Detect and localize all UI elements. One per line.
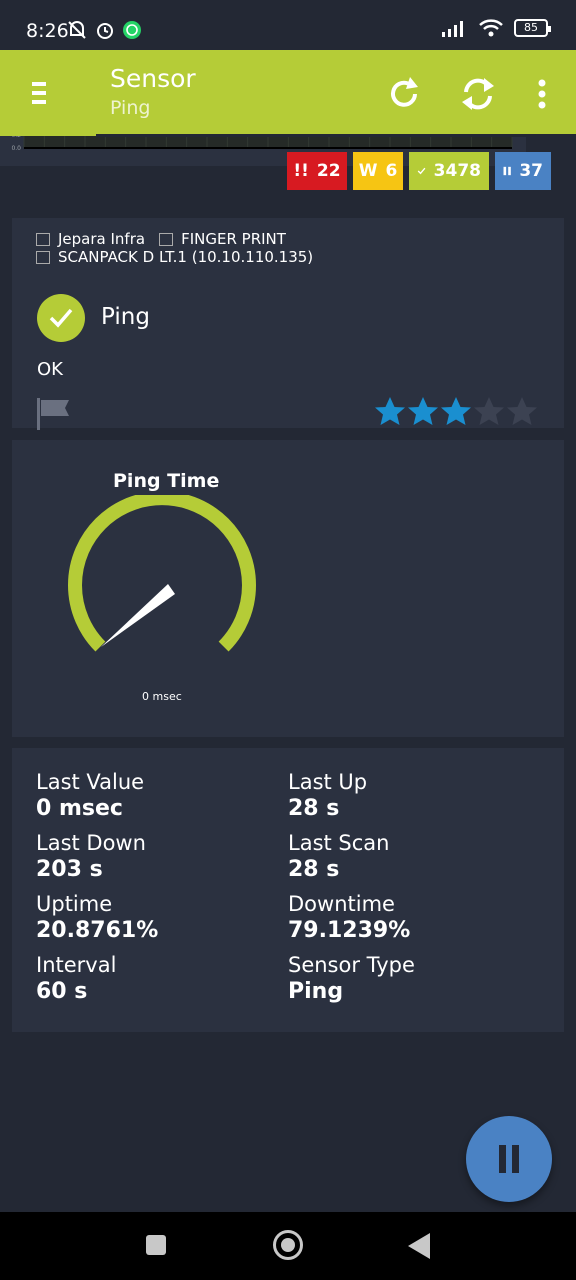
check-icon — [417, 167, 426, 175]
stat-interval: Interval 60 s — [36, 953, 116, 1004]
status-bar: 8:26 85 — [0, 0, 576, 50]
group-name[interactable]: Jepara Infra — [58, 230, 145, 248]
breadcrumb: Jepara Infra FINGER PRINT SCANPACK D LT.… — [36, 230, 313, 266]
star-empty-icon[interactable] — [506, 396, 538, 427]
page-subtitle: Ping — [110, 97, 151, 119]
alarm-icon — [97, 23, 113, 39]
y-tick-label: 0.0 — [11, 145, 21, 152]
alert-icon: !! — [293, 161, 309, 181]
menu-icon[interactable] — [24, 78, 54, 108]
pause-icon — [499, 1145, 519, 1173]
ping-time-gauge — [68, 495, 256, 652]
sensor-header-card: Jepara Infra FINGER PRINT SCANPACK D LT.… — [12, 218, 564, 430]
app-bar-divider — [96, 134, 576, 137]
flag-icon[interactable] — [37, 398, 71, 430]
device-icon — [36, 250, 50, 264]
gauge-title: Ping Time — [113, 470, 220, 492]
paused-count-badge[interactable]: 37 — [495, 152, 551, 190]
stat-label: Sensor Type — [288, 953, 415, 977]
back-button[interactable] — [408, 1233, 430, 1259]
badge-count: 6 — [385, 161, 398, 181]
stat-last-scan: Last Scan 28 s — [288, 831, 389, 882]
stat-label: Last Down — [36, 831, 146, 855]
stat-value: 20.8761% — [36, 918, 159, 943]
stat-value: 60 s — [36, 979, 88, 1004]
wifi-icon — [479, 19, 503, 37]
status-ok-icon — [37, 294, 85, 342]
battery-icon: 85 — [514, 19, 551, 37]
sync-icon[interactable] — [458, 74, 498, 114]
star-empty-icon[interactable] — [473, 396, 505, 427]
stat-value: Ping — [288, 979, 344, 1004]
badge-count: 22 — [316, 161, 341, 181]
badge-count: 37 — [519, 161, 543, 181]
star-filled-icon[interactable] — [374, 396, 406, 427]
page-title: Sensor — [110, 64, 196, 93]
mute-icon — [68, 21, 86, 39]
stat-downtime: Downtime 79.1239% — [288, 892, 410, 943]
sensor-name: Ping — [101, 304, 150, 330]
badge-count: 3478 — [433, 161, 481, 181]
pause-sensor-button[interactable] — [466, 1116, 552, 1202]
home-button[interactable] — [273, 1230, 303, 1260]
recents-button[interactable] — [146, 1235, 166, 1255]
down-count-badge[interactable]: !! 22 — [287, 152, 347, 190]
stat-label: Last Value — [36, 770, 145, 794]
priority-stars[interactable] — [374, 396, 538, 427]
warning-icon: W — [358, 161, 378, 181]
signal-icon — [442, 21, 463, 37]
whatsapp-icon — [123, 21, 141, 39]
stat-label: Interval — [36, 953, 117, 977]
app-bar: Sensor Ping — [0, 50, 576, 136]
pause-icon — [503, 166, 511, 176]
stat-last-down: Last Down 203 s — [36, 831, 146, 882]
stat-last-value: Last Value 0 msec — [36, 770, 144, 821]
more-vert-icon[interactable] — [522, 74, 562, 114]
status-summary-badges: !! 22 W 6 3478 37 — [287, 152, 551, 190]
warning-count-badge[interactable]: W 6 — [353, 152, 403, 190]
stat-value: 28 s — [288, 796, 340, 821]
up-count-badge[interactable]: 3478 — [409, 152, 489, 190]
clock: 8:26 — [26, 20, 69, 42]
stat-value: 203 s — [36, 857, 103, 882]
refresh-icon[interactable] — [384, 74, 424, 114]
star-filled-icon[interactable] — [407, 396, 439, 427]
system-nav-bar — [0, 1212, 576, 1280]
stat-label: Last Up — [288, 770, 368, 794]
device-group-name[interactable]: FINGER PRINT — [181, 230, 286, 248]
gauge-value-label: 0 msec — [142, 690, 182, 703]
stat-uptime: Uptime 20.8761% — [36, 892, 158, 943]
stat-value: 0 msec — [36, 796, 123, 821]
stat-label: Uptime — [36, 892, 113, 916]
stat-last-up: Last Up 28 s — [288, 770, 367, 821]
device-group-icon — [159, 232, 174, 246]
gauge-card: Ping Time 0 msec — [12, 440, 564, 737]
group-icon — [36, 232, 50, 246]
sensor-status-text: OK — [37, 359, 63, 380]
stats-card: Last Value 0 msec Last Up 28 s Last Down… — [12, 748, 564, 1032]
device-name[interactable]: SCANPACK D LT.1 (10.10.110.135) — [58, 248, 313, 266]
stat-value: 79.1239% — [288, 918, 411, 943]
stat-label: Downtime — [288, 892, 395, 916]
stat-value: 28 s — [288, 857, 340, 882]
star-filled-icon[interactable] — [440, 396, 472, 427]
stat-sensor-type: Sensor Type Ping — [288, 953, 415, 1004]
stat-label: Last Scan — [288, 831, 390, 855]
